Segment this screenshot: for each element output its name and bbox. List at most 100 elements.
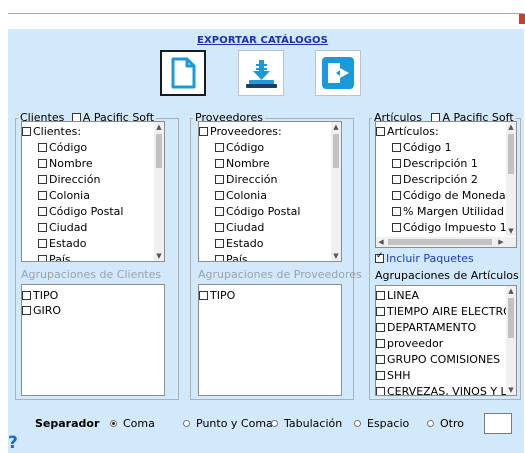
checkbox[interactable] <box>376 306 385 316</box>
checkbox[interactable] <box>376 322 385 332</box>
list-item[interactable]: País <box>215 252 248 261</box>
checkbox[interactable] <box>215 238 224 248</box>
scroll-up-icon[interactable]: ▲ <box>331 122 341 132</box>
vertical-scrollbar[interactable]: ▲ ▼ <box>506 286 516 395</box>
checkbox[interactable] <box>392 158 401 168</box>
radio-espacio[interactable]: Espacio <box>354 417 409 430</box>
checkbox[interactable] <box>38 174 47 184</box>
checkbox[interactable] <box>38 206 47 216</box>
list-item[interactable]: Código Impuesto 1 <box>392 220 507 236</box>
list-item[interactable]: Código Postal <box>38 204 123 220</box>
scroll-right-icon[interactable]: ▶ <box>496 237 506 247</box>
radio-coma[interactable]: Coma <box>110 417 155 430</box>
list-item[interactable]: País <box>38 252 71 261</box>
scroll-thumb[interactable] <box>508 298 514 338</box>
clientes-fields-list[interactable]: Clientes: Código Nombre Dirección Coloni… <box>21 121 165 262</box>
scroll-down-icon[interactable]: ▼ <box>506 385 516 395</box>
list-item[interactable]: Descripción 1 <box>392 156 478 172</box>
list-item[interactable]: Estado <box>38 236 86 252</box>
list-item[interactable]: TIPO <box>199 288 235 304</box>
list-item[interactable]: Ciudad <box>215 220 264 236</box>
checkbox[interactable] <box>215 206 224 216</box>
list-item[interactable]: Proveedores: <box>199 124 282 140</box>
proveedores-fields-list[interactable]: Proveedores: Código Nombre Dirección Col… <box>198 121 342 262</box>
list-item[interactable]: Clientes: <box>22 124 81 140</box>
checkbox[interactable] <box>376 354 385 364</box>
checkbox[interactable] <box>376 126 385 136</box>
list-item[interactable]: Código de Moneda <box>392 188 506 204</box>
checkbox[interactable] <box>215 254 224 261</box>
articulos-fields-list[interactable]: Artículos: Código 1 Descripción 1 Descri… <box>375 121 517 248</box>
checkbox[interactable] <box>376 338 385 348</box>
checkbox[interactable] <box>199 126 208 136</box>
list-item[interactable]: Ciudad <box>38 220 87 236</box>
list-item[interactable]: GRUPO COMISIONES <box>376 352 500 368</box>
vertical-scrollbar[interactable]: ▲ ▼ <box>506 122 516 236</box>
list-item[interactable]: Nombre <box>38 156 93 172</box>
help-icon[interactable]: ? <box>8 434 20 453</box>
list-item[interactable]: % Margen Utilidad <box>392 204 504 220</box>
checkbox[interactable] <box>392 206 401 216</box>
scroll-thumb[interactable] <box>156 134 162 168</box>
list-item[interactable]: Código Postal <box>215 204 300 220</box>
checkbox[interactable] <box>392 190 401 200</box>
radio-punto-y-coma[interactable]: Punto y Coma <box>183 417 273 430</box>
scroll-up-icon[interactable]: ▲ <box>154 122 164 132</box>
checkbox[interactable] <box>22 290 31 300</box>
checkbox[interactable] <box>38 238 47 248</box>
radio-icon[interactable] <box>354 419 361 427</box>
clientes-agrupaciones-list[interactable]: TIPO GIRO <box>21 284 165 396</box>
checkbox[interactable] <box>22 126 31 136</box>
list-item[interactable]: Colonia <box>215 188 267 204</box>
vertical-scrollbar[interactable]: ▲ ▼ <box>154 122 164 261</box>
list-item[interactable]: LINEA <box>376 288 419 304</box>
checkbox[interactable] <box>215 142 224 152</box>
checkbox[interactable] <box>38 222 47 232</box>
proveedores-agrupaciones-list[interactable]: TIPO <box>198 284 342 396</box>
radio-tabulacion[interactable]: Tabulación <box>271 417 342 430</box>
list-item[interactable]: Colonia <box>38 188 90 204</box>
checkbox[interactable] <box>199 290 208 300</box>
checkbox[interactable] <box>392 222 401 232</box>
list-item[interactable]: proveedor <box>376 336 443 352</box>
list-item[interactable]: TIPO <box>22 288 58 304</box>
list-item[interactable]: Nombre <box>215 156 270 172</box>
checkbox[interactable] <box>215 158 224 168</box>
list-item[interactable]: Código <box>215 140 264 156</box>
checkbox[interactable] <box>38 254 47 261</box>
exit-button[interactable] <box>315 50 361 96</box>
scroll-down-icon[interactable]: ▼ <box>506 226 516 236</box>
list-item[interactable]: GIRO <box>22 303 61 319</box>
articulos-agrupaciones-list[interactable]: LINEA TIEMPO AIRE ELECTRONI DEPARTAMENTO… <box>375 285 517 396</box>
export-download-button[interactable] <box>238 50 284 96</box>
list-item[interactable]: Dirección <box>215 172 277 188</box>
list-item[interactable]: DEPARTAMENTO <box>376 320 476 336</box>
checkbox[interactable] <box>215 174 224 184</box>
horizontal-scrollbar[interactable]: ◀ ▶ <box>376 237 516 247</box>
list-item[interactable]: Código <box>38 140 87 156</box>
scroll-thumb[interactable] <box>333 134 339 168</box>
list-item[interactable]: Descripción 2 <box>392 172 478 188</box>
list-item[interactable]: Dirección <box>38 172 100 188</box>
radio-otro[interactable]: Otro <box>427 417 464 430</box>
checkbox[interactable] <box>376 386 385 395</box>
checkbox[interactable] <box>38 190 47 200</box>
scroll-thumb[interactable] <box>388 239 492 245</box>
checkbox[interactable] <box>392 174 401 184</box>
scroll-up-icon[interactable]: ▲ <box>506 286 516 296</box>
close-marker-icon[interactable] <box>519 14 525 24</box>
list-item[interactable]: Artículos: <box>376 124 439 140</box>
scroll-thumb[interactable] <box>508 134 514 174</box>
otro-separator-input[interactable] <box>484 413 512 434</box>
checkbox[interactable] <box>376 290 385 300</box>
scroll-left-icon[interactable]: ◀ <box>376 237 386 247</box>
checkbox[interactable] <box>376 370 385 380</box>
list-item[interactable]: CERVEZAS, VINOS Y LICO <box>376 384 516 395</box>
checkbox[interactable] <box>215 190 224 200</box>
checkbox[interactable] <box>38 142 47 152</box>
new-document-button[interactable] <box>160 50 206 96</box>
radio-icon[interactable] <box>183 419 190 427</box>
checkbox[interactable] <box>22 305 31 315</box>
scroll-up-icon[interactable]: ▲ <box>506 122 516 132</box>
vertical-scrollbar[interactable]: ▲ ▼ <box>331 122 341 261</box>
